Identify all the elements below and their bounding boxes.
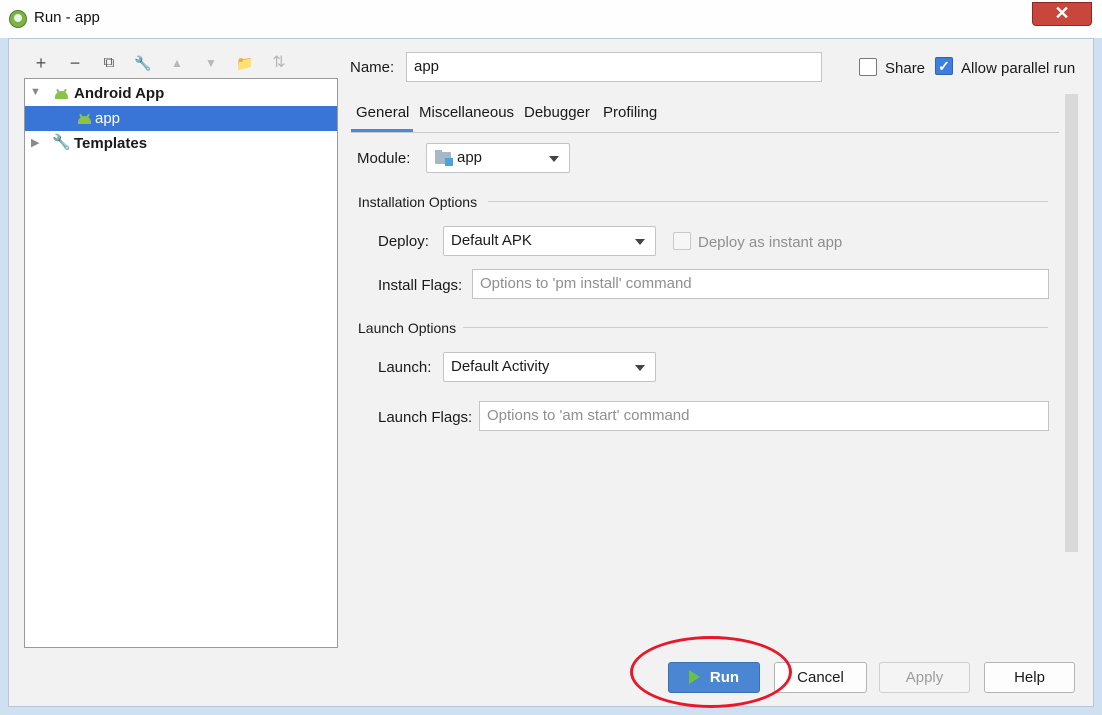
android-studio-icon bbox=[9, 10, 27, 28]
name-input[interactable]: app bbox=[406, 52, 822, 82]
active-tab-indicator bbox=[351, 129, 413, 132]
launch-options-header: Launch Options bbox=[358, 320, 457, 336]
installation-options-header: Installation Options bbox=[358, 194, 478, 210]
title-bar: Run - app ✕ bbox=[0, 0, 1102, 38]
tab-profiling[interactable]: Profiling bbox=[603, 104, 657, 121]
tree-group-templates[interactable]: ▶ 🔧 Templates bbox=[25, 131, 337, 156]
tab-miscellaneous[interactable]: Miscellaneous bbox=[419, 104, 514, 121]
launch-dropdown[interactable]: Default Activity bbox=[443, 352, 656, 382]
name-label: Name: bbox=[350, 59, 395, 76]
deploy-label: Deploy: bbox=[378, 233, 429, 250]
play-icon bbox=[688, 669, 700, 684]
share-checkbox[interactable] bbox=[859, 58, 877, 76]
tab-general[interactable]: General bbox=[356, 104, 409, 121]
allow-parallel-run-checkbox[interactable]: ✓ bbox=[935, 57, 953, 75]
close-button[interactable]: ✕ bbox=[1032, 2, 1092, 26]
copy-icon[interactable]: ⧉ bbox=[98, 52, 120, 74]
run-button-label: Run bbox=[709, 669, 740, 686]
new-folder-icon[interactable]: 📁 bbox=[234, 52, 256, 74]
run-button[interactable]: Run bbox=[668, 662, 760, 693]
deploy-instant-app-checkbox[interactable] bbox=[673, 232, 691, 250]
cancel-button[interactable]: Cancel bbox=[774, 662, 867, 693]
chevron-down-icon bbox=[635, 239, 645, 245]
collapse-arrow-icon[interactable]: ▶ bbox=[31, 136, 39, 149]
tree-group-label: Templates bbox=[74, 135, 148, 152]
module-value: app bbox=[457, 149, 483, 166]
expand-arrow-icon[interactable]: ▼ bbox=[30, 86, 41, 98]
configuration-tree[interactable]: ▼ Android App app ▶ 🔧 Templates bbox=[24, 78, 338, 648]
tree-item-label: app bbox=[95, 110, 121, 127]
launch-flags-label: Launch Flags: bbox=[378, 409, 473, 426]
deploy-value: Default APK bbox=[451, 232, 532, 249]
add-icon[interactable]: + bbox=[30, 52, 52, 74]
wrench-icon: 🔧 bbox=[52, 134, 71, 151]
launch-flags-input[interactable]: Options to 'am start' command bbox=[479, 401, 1049, 431]
tab-debugger[interactable]: Debugger bbox=[524, 104, 590, 121]
module-folder-icon bbox=[435, 150, 453, 166]
tab-divider bbox=[351, 132, 1059, 133]
install-flags-label: Install Flags: bbox=[378, 277, 463, 294]
remove-icon[interactable]: − bbox=[64, 52, 86, 74]
share-label: Share bbox=[885, 60, 926, 77]
chevron-down-icon bbox=[549, 156, 559, 162]
tree-group-label: Android App bbox=[74, 85, 165, 102]
window-title: Run - app bbox=[34, 9, 100, 26]
launch-value: Default Activity bbox=[451, 358, 550, 375]
launch-label: Launch: bbox=[378, 359, 432, 376]
deploy-dropdown[interactable]: Default APK bbox=[443, 226, 656, 256]
module-label: Module: bbox=[357, 150, 411, 167]
section-divider bbox=[463, 327, 1048, 328]
move-up-icon[interactable]: ▲ bbox=[166, 52, 188, 74]
deploy-instant-app-label: Deploy as instant app bbox=[698, 234, 843, 251]
sort-icon[interactable]: ⇅ bbox=[268, 52, 290, 74]
apply-button[interactable]: Apply bbox=[879, 662, 970, 693]
help-button[interactable]: Help bbox=[984, 662, 1075, 693]
chevron-down-icon bbox=[635, 365, 645, 371]
tree-group-android-app[interactable]: ▼ Android App bbox=[25, 81, 337, 106]
wrench-icon[interactable]: 🔧 bbox=[132, 52, 154, 74]
section-divider bbox=[488, 201, 1048, 202]
android-icon bbox=[54, 88, 69, 99]
android-icon bbox=[77, 113, 92, 124]
allow-parallel-run-label: Allow parallel run bbox=[961, 60, 1076, 77]
dialog-window: Run - app ✕ + − ⧉ 🔧 ▲ ▼ 📁 ⇅ ▼ Android Ap… bbox=[0, 0, 1102, 715]
move-down-icon[interactable]: ▼ bbox=[200, 52, 222, 74]
vertical-scrollbar[interactable] bbox=[1065, 94, 1078, 552]
tree-item-app[interactable]: app bbox=[25, 106, 337, 131]
install-flags-input[interactable]: Options to 'pm install' command bbox=[472, 269, 1049, 299]
